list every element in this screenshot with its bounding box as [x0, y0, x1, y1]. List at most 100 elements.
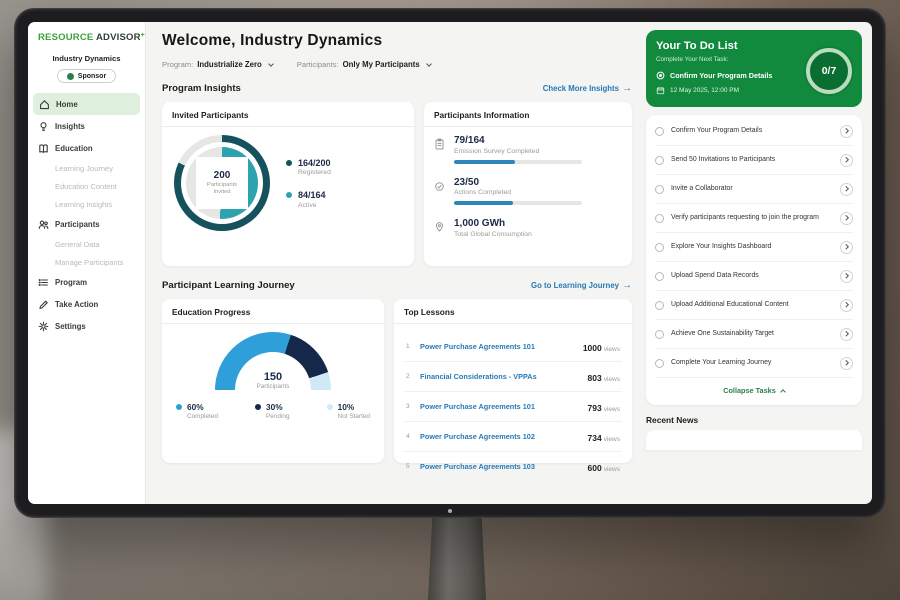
sidebar-item-take-action[interactable]: Take Action: [28, 293, 145, 315]
lesson-row: 5 Power Purchase Agreements 103 600views: [404, 452, 622, 481]
task-open-button[interactable]: [840, 270, 853, 283]
go-to-learning-journey-link[interactable]: Go to Learning Journey →: [531, 281, 632, 291]
lesson-link[interactable]: Power Purchase Agreements 102: [420, 432, 581, 441]
gauge-value: 150: [215, 371, 331, 383]
task-row[interactable]: Verify participants requesting to join t…: [655, 204, 853, 233]
lesson-link[interactable]: Power Purchase Agreements 101: [420, 402, 581, 411]
main-content: Welcome, Industry Dynamics Program: Indu…: [146, 22, 644, 504]
stat-label: Actions Completed: [454, 189, 582, 196]
chevron-down-icon: [426, 61, 432, 67]
task-open-button[interactable]: [840, 154, 853, 167]
list-icon: [38, 277, 49, 288]
lesson-link[interactable]: Power Purchase Agreements 101: [420, 342, 576, 351]
donut-center-value: 200: [201, 170, 243, 181]
program-filter[interactable]: Program: Industrialize Zero: [162, 60, 273, 69]
lesson-views: 803: [588, 373, 602, 383]
task-row[interactable]: Upload Spend Data Records: [655, 262, 853, 291]
task-row[interactable]: Invite a Collaborator: [655, 175, 853, 204]
section-title: Participant Learning Journey: [162, 280, 295, 291]
task-row[interactable]: Complete Your Learning Journey: [655, 349, 853, 378]
stat-value: 1,000 GWh: [454, 218, 532, 229]
chevron-up-icon: [780, 389, 786, 395]
lesson-link[interactable]: Power Purchase Agreements 103: [420, 462, 581, 471]
donut-center-label: Participants Invited: [201, 182, 243, 196]
divider: [424, 126, 632, 127]
lesson-link[interactable]: Financial Considerations - VPPAs: [420, 372, 581, 381]
sidebar-item-participants[interactable]: Participants: [28, 213, 145, 235]
program-filter-label: Program:: [162, 60, 193, 69]
check-circle-icon: [434, 179, 446, 197]
todo-next-task[interactable]: Confirm Your Program Details: [656, 71, 796, 80]
lesson-rank: 2: [406, 373, 413, 380]
sidebar-item-insights[interactable]: Insights: [28, 115, 145, 137]
link-label: Go to Learning Journey: [531, 281, 619, 290]
task-checkbox[interactable]: [655, 301, 664, 310]
task-row[interactable]: Confirm Your Program Details: [655, 117, 853, 146]
sidebar-item-program[interactable]: Program: [28, 271, 145, 293]
sponsor-badge[interactable]: Sponsor: [57, 69, 116, 83]
task-checkbox[interactable]: [655, 185, 664, 194]
task-checkbox[interactable]: [655, 127, 664, 136]
todo-panel: Your To Do List Complete Your Next Task:…: [644, 22, 872, 504]
sidebar-item-manage-participants[interactable]: Manage Participants: [28, 253, 145, 271]
task-open-button[interactable]: [840, 299, 853, 312]
progress-bar: [454, 201, 582, 205]
task-checkbox[interactable]: [655, 214, 664, 223]
invited-donut-chart: 200 Participants Invited: [172, 135, 404, 231]
education-gauge-chart: 150 Participants 60% Completed: [172, 332, 374, 420]
sidebar-item-learning-journey[interactable]: Learning Journey: [28, 159, 145, 177]
task-row[interactable]: Achieve One Sustainability Target: [655, 320, 853, 349]
task-row[interactable]: Send 50 Invitations to Participants: [655, 146, 853, 175]
task-checkbox[interactable]: [655, 243, 664, 252]
sidebar-item-learning-insights[interactable]: Learning Insights: [28, 195, 145, 213]
collapse-tasks-button[interactable]: Collapse Tasks: [655, 378, 853, 403]
task-label: Invite a Collaborator: [671, 185, 833, 194]
task-checkbox[interactable]: [655, 359, 664, 368]
task-row[interactable]: Upload Additional Educational Content: [655, 291, 853, 320]
sidebar-item-education[interactable]: Education: [28, 137, 145, 159]
sidebar-item-settings[interactable]: Settings: [28, 315, 145, 337]
task-checkbox[interactable]: [655, 156, 664, 165]
sidebar-item-education-content[interactable]: Education Content: [28, 177, 145, 195]
lesson-rank: 1: [406, 343, 413, 350]
logo-plus: +: [141, 32, 145, 39]
todo-next-task-label: Confirm Your Program Details: [670, 71, 772, 80]
home-icon: [39, 99, 50, 110]
task-checkbox[interactable]: [655, 330, 664, 339]
donut-gap: 200 Participants Invited: [181, 142, 263, 224]
task-open-button[interactable]: [840, 125, 853, 138]
check-more-insights-link[interactable]: Check More Insights →: [543, 84, 632, 94]
circle-dot-icon: [656, 71, 665, 80]
progress-bar-fill: [454, 201, 513, 205]
task-open-button[interactable]: [840, 183, 853, 196]
task-checkbox[interactable]: [655, 272, 664, 281]
sidebar-item-home[interactable]: Home: [33, 93, 140, 115]
lesson-row: 2 Financial Considerations - VPPAs 803vi…: [404, 362, 622, 392]
donut-legend: 164/200 Registered 84/164 Active: [286, 158, 331, 209]
sidebar-item-general-data[interactable]: General Data: [28, 235, 145, 253]
sidebar: RESOURCE ADVISOR+ Industry Dynamics Spon…: [28, 22, 146, 504]
card-title: Education Progress: [172, 307, 374, 317]
sidebar-item-label: Home: [56, 100, 78, 109]
lesson-views-unit: views: [604, 346, 620, 353]
sponsor-label: Sponsor: [78, 73, 106, 80]
lesson-views: 793: [588, 403, 602, 413]
task-label: Verify participants requesting to join t…: [671, 214, 833, 223]
legend-label: Not Started: [338, 413, 370, 420]
participants-filter-label: Participants:: [297, 60, 339, 69]
legend-value: 10%: [338, 402, 370, 412]
chevron-right-icon: [844, 274, 849, 279]
task-open-button[interactable]: [840, 241, 853, 254]
task-open-button[interactable]: [840, 212, 853, 225]
sidebar-item-label: Insights: [55, 122, 85, 131]
task-open-button[interactable]: [840, 357, 853, 370]
task-open-button[interactable]: [840, 328, 853, 341]
education-progress-card: Education Progress 150 Participants: [162, 299, 384, 463]
learning-cards-row: Education Progress 150 Participants: [162, 299, 632, 463]
participants-filter[interactable]: Participants: Only My Participants: [297, 60, 431, 69]
chevron-right-icon: [844, 216, 849, 221]
task-row[interactable]: Explore Your Insights Dashboard: [655, 233, 853, 262]
recent-news-title: Recent News: [646, 415, 862, 425]
lesson-views-unit: views: [604, 406, 620, 413]
legend-label: Completed: [187, 413, 218, 420]
